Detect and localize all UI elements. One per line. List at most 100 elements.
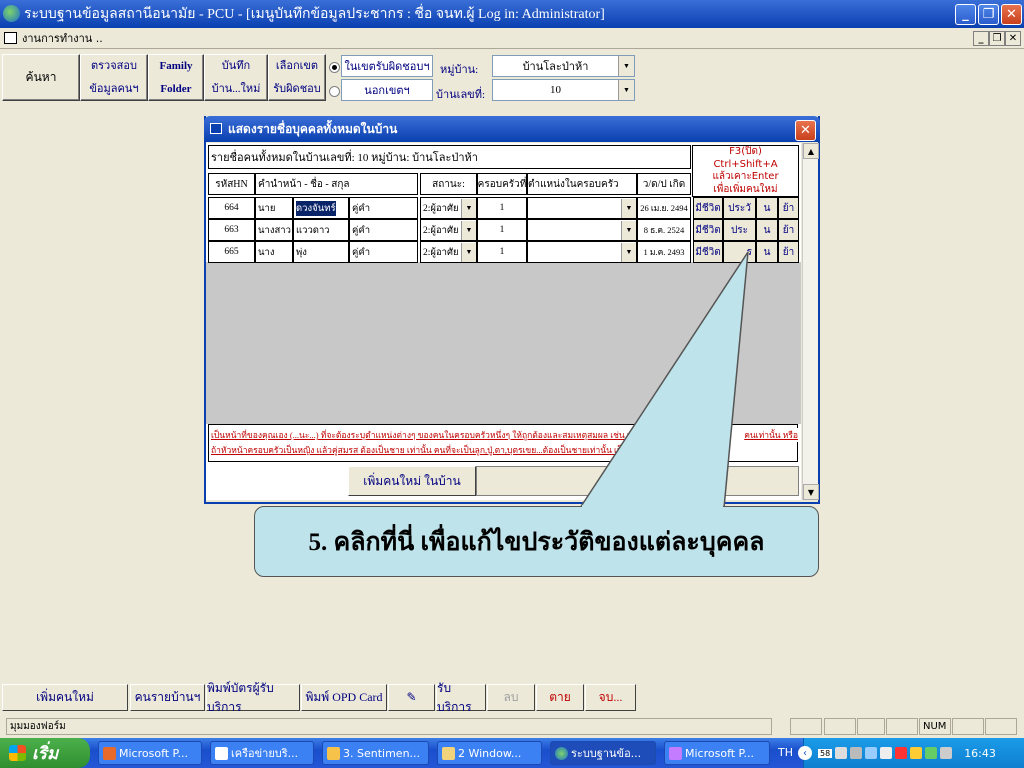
table-row-first-name[interactable]: พุ่ง xyxy=(293,241,349,263)
table-row-first-name[interactable]: แววดาว xyxy=(293,219,349,241)
table-row-last-name[interactable]: คู่คำ xyxy=(349,241,418,263)
add-new-person-button[interactable]: เพิ่มคนใหม่ xyxy=(2,684,128,711)
house-number-select[interactable]: 10 ▼ xyxy=(492,79,635,101)
select-zone-button[interactable]: เลือกเขต รับผิดชอบ xyxy=(268,54,326,101)
family-folder-button[interactable]: Family Folder xyxy=(148,54,204,101)
table-row-position[interactable]: ▼ xyxy=(527,241,637,263)
table-row-first-name[interactable]: ดวงจันทร์ xyxy=(293,197,349,219)
form-icon xyxy=(210,123,222,134)
language-indicator[interactable]: TH xyxy=(778,746,793,759)
mdi-restore-button[interactable]: ❐ xyxy=(989,31,1005,46)
table-row-status[interactable]: 2:ผู้อาศัย ▼ xyxy=(420,219,477,241)
table-row-family-no[interactable]: 1 xyxy=(477,241,527,263)
save-line1: บันทึก xyxy=(221,59,251,72)
taskbar-item[interactable]: Microsoft P... xyxy=(98,741,202,765)
monitor-tray-icon[interactable] xyxy=(940,747,953,759)
per-house-button[interactable]: คนรายบ้านฯ xyxy=(130,684,205,711)
tray-badge[interactable]: 58 xyxy=(818,748,833,758)
row-alive-button[interactable]: มีชีวิต xyxy=(693,219,723,241)
clock[interactable]: 16:43 xyxy=(964,747,996,760)
table-row-hn[interactable]: 664 xyxy=(208,197,255,219)
chevron-down-icon[interactable]: ▼ xyxy=(618,80,634,100)
chevron-down-icon[interactable]: ▼ xyxy=(621,198,636,218)
security-tray-icon[interactable] xyxy=(895,747,908,759)
village-select[interactable]: บ้านโละป่าห้า ▼ xyxy=(492,55,635,77)
zone-in-label[interactable]: ในเขตรับผิดชอบฯ xyxy=(341,55,433,77)
service-button[interactable]: รับบริการ xyxy=(436,681,486,714)
row-move-button[interactable]: ย้า xyxy=(778,219,799,241)
table-row-hn[interactable]: 665 xyxy=(208,241,255,263)
table-row-position[interactable]: ▼ xyxy=(527,197,637,219)
print-service-card-button[interactable]: พิมพ์บัตรผู้รับบริการ xyxy=(206,681,300,714)
table-row-status[interactable]: 2:ผู้อาศัย ▼ xyxy=(420,241,477,263)
zone-out-label[interactable]: นอกเขตฯ xyxy=(341,79,433,101)
add-person-in-house-button[interactable]: เพิ่มคนใหม่ ในบ้าน xyxy=(348,466,476,496)
tray-app-icon[interactable] xyxy=(910,747,923,759)
save-line2: บ้าน...ใหม่ xyxy=(211,82,261,95)
display-tray-icon[interactable] xyxy=(865,747,878,759)
note-line2: ถ้าหัวหน้าครอบครัวเป็นหญิง แล้วคู่สมรส ต… xyxy=(211,445,623,455)
row-history-button[interactable]: ประวั xyxy=(723,197,756,219)
row-history-button[interactable]: ประ xyxy=(723,219,756,241)
table-row-dob[interactable]: 8 ธ.ค. 2524 xyxy=(637,219,691,241)
row-n-button[interactable]: น xyxy=(756,219,778,241)
chevron-down-icon[interactable]: ▼ xyxy=(621,242,636,262)
row-n-button[interactable]: น xyxy=(756,197,778,219)
house-number-value: 10 xyxy=(550,84,561,96)
verify-person-button[interactable]: ตรวจสอบ ข้อมูลคนฯ xyxy=(80,54,148,101)
table-row-family-no[interactable]: 1 xyxy=(477,197,527,219)
taskbar-item[interactable]: 3. Sentimen... xyxy=(322,741,429,765)
print-opd-card-button[interactable]: พิมพ์ OPD Card xyxy=(301,684,387,711)
table-row-dob[interactable]: 26 เม.ย. 2494 xyxy=(637,197,691,219)
chevron-down-icon[interactable]: ▼ xyxy=(618,56,634,76)
row-alive-button[interactable]: มีชีวิต xyxy=(693,197,723,219)
taskbar-item-active[interactable]: ระบบฐานข้อ... xyxy=(550,741,656,765)
row-move-button[interactable]: ย้า xyxy=(778,241,799,263)
table-row-prefix[interactable]: นาง xyxy=(255,241,293,263)
end-button[interactable]: จบ... xyxy=(585,684,636,711)
restore-button[interactable]: ❐ xyxy=(978,4,999,25)
chevron-down-icon[interactable]: ▼ xyxy=(621,220,636,240)
minimize-button[interactable]: _ xyxy=(955,4,976,25)
row-alive-button[interactable]: มีชีวิต xyxy=(693,241,723,263)
chevron-down-icon[interactable]: ▼ xyxy=(461,220,476,240)
delete-button[interactable]: ลบ xyxy=(487,684,535,711)
zone-out-radio[interactable] xyxy=(329,86,340,97)
mdi-minimize-button[interactable]: _ xyxy=(973,31,989,46)
taskbar-item[interactable]: เครือข่ายบริ... xyxy=(210,741,314,765)
table-row-prefix[interactable]: นาย xyxy=(255,197,293,219)
table-row-dob[interactable]: 1 ม.ค. 2493 xyxy=(637,241,691,263)
network-tray-icon[interactable] xyxy=(835,747,848,759)
chevron-down-icon[interactable]: ▼ xyxy=(461,198,476,218)
taskbar-item[interactable]: 2 Window... xyxy=(437,741,542,765)
dead-button[interactable]: ตาย xyxy=(536,684,584,711)
empty-button[interactable] xyxy=(476,466,799,496)
volume-icon[interactable] xyxy=(880,747,893,759)
taskbar-item[interactable]: Microsoft P... xyxy=(664,741,770,765)
table-row-last-name[interactable]: คู่คำ xyxy=(349,219,418,241)
table-row-prefix[interactable]: นางสาว xyxy=(255,219,293,241)
search-button[interactable]: ค้นหา xyxy=(2,54,80,101)
table-row-status[interactable]: 2:ผู้อาศัย ▼ xyxy=(420,197,477,219)
scroll-up-icon[interactable]: ▲ xyxy=(803,143,819,159)
pencil-icon[interactable]: ✎ xyxy=(388,684,435,711)
chevron-left-icon[interactable]: ‹ xyxy=(798,746,812,760)
table-row-hn[interactable]: 663 xyxy=(208,219,255,241)
row-history-button[interactable]: ร xyxy=(723,241,756,263)
table-row-family-no[interactable]: 1 xyxy=(477,219,527,241)
header-dob: ว/ด/ป เกิด xyxy=(637,173,691,195)
table-row-position[interactable]: ▼ xyxy=(527,219,637,241)
table-row-last-name[interactable]: คู่คำ xyxy=(349,197,418,219)
tray-app-icon[interactable] xyxy=(925,747,938,759)
dialog-close-button[interactable]: ✕ xyxy=(795,120,816,141)
device-tray-icon[interactable] xyxy=(850,747,863,759)
scroll-down-icon[interactable]: ▼ xyxy=(803,484,819,500)
mdi-close-button[interactable]: ✕ xyxy=(1005,31,1021,46)
zone-in-radio[interactable] xyxy=(329,62,340,73)
close-button[interactable]: ✕ xyxy=(1001,4,1022,25)
row-move-button[interactable]: ย้า xyxy=(778,197,799,219)
dialog-scrollbar[interactable]: ▲ ▼ xyxy=(802,143,819,500)
save-new-house-button[interactable]: บันทึก บ้าน...ใหม่ xyxy=(204,54,268,101)
chevron-down-icon[interactable]: ▼ xyxy=(461,242,476,262)
row-n-button[interactable]: น xyxy=(756,241,778,263)
